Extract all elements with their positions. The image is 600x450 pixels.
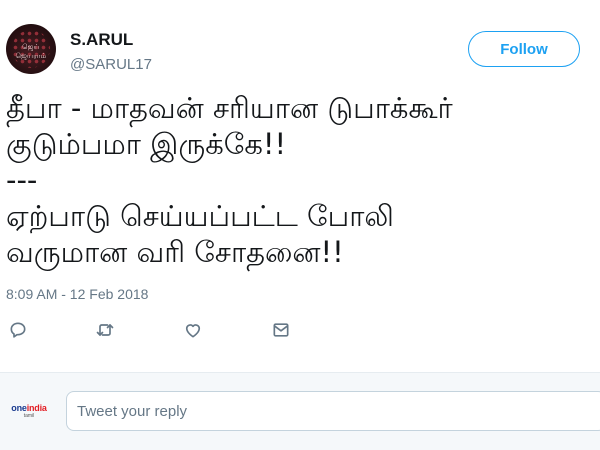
user-handle[interactable]: @SARUL17 xyxy=(70,56,152,73)
reply-area: oneindia tamil xyxy=(0,373,600,450)
direct-message-icon[interactable] xyxy=(269,318,293,342)
logo-word-b: india xyxy=(26,403,47,413)
tweet-timestamp[interactable]: 8:09 AM - 12 Feb 2018 xyxy=(6,286,148,302)
tweet-text: தீபா - மாதவன் சரியான டுபாக்கூர் குடும்பம… xyxy=(6,90,596,270)
tweet-line: தீபா - மாதவன் சரியான டுபாக்கூர் xyxy=(6,91,453,125)
tweet-line: குடும்பமா இருக்கே!! xyxy=(6,127,287,161)
logo-wordmark: oneindia xyxy=(11,403,47,413)
tweet-line: --- xyxy=(6,163,38,197)
reply-input[interactable] xyxy=(66,391,600,431)
avatar-text: ஜெய் ஜெயராம் xyxy=(15,43,47,60)
follow-button[interactable]: Follow xyxy=(468,31,580,67)
retweet-icon[interactable] xyxy=(93,318,117,342)
tweet-card: ஜெய் ஜெயராம் S.ARUL @SARUL17 Follow தீபா… xyxy=(0,0,600,450)
logo-word-a: one xyxy=(11,403,27,413)
oneindia-logo: oneindia tamil xyxy=(8,394,50,428)
tweet-actions xyxy=(0,318,600,344)
like-icon[interactable] xyxy=(181,318,205,342)
tweet-line: ஏற்பாடு செய்யப்பட்ட போலி xyxy=(6,199,394,233)
tweet-line: வருமான வரி சோதனை!! xyxy=(6,235,344,269)
logo-subtitle: tamil xyxy=(23,413,35,419)
avatar[interactable]: ஜெய் ஜெயராம் xyxy=(6,24,56,74)
reply-icon[interactable] xyxy=(6,318,30,342)
user-display-name[interactable]: S.ARUL xyxy=(70,30,133,50)
